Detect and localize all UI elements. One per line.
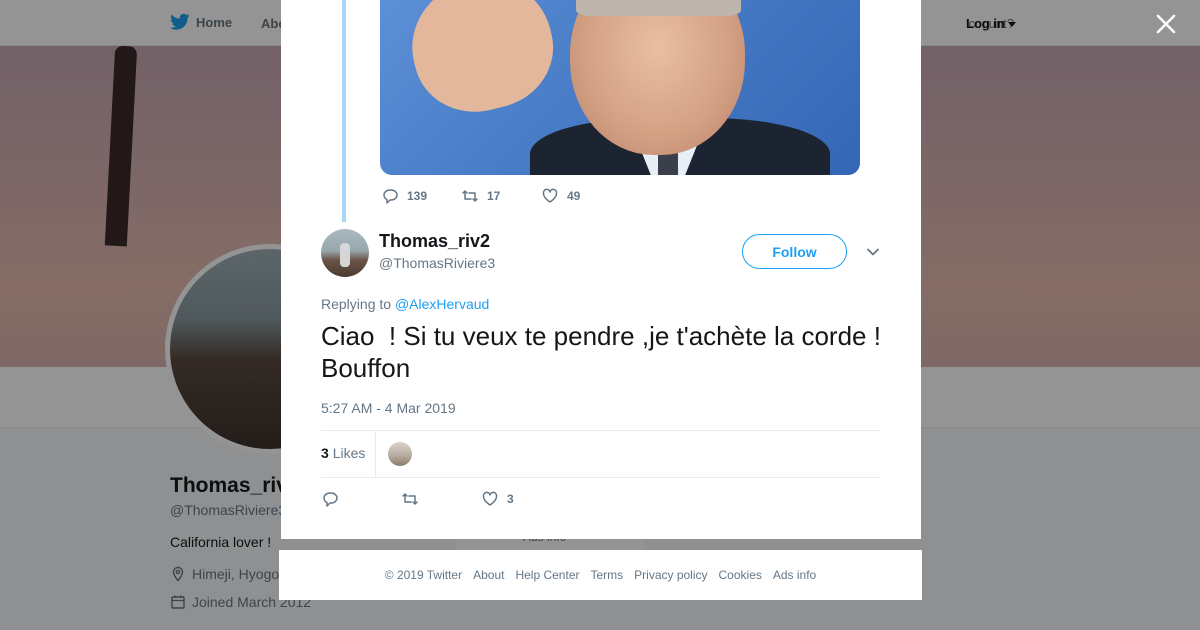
- likes-stat-count: 3: [321, 445, 329, 461]
- author-handle[interactable]: @ThomasRiviere3: [379, 255, 495, 271]
- like-action[interactable]: 3: [481, 490, 561, 508]
- retweet-icon: [402, 493, 418, 505]
- follow-button[interactable]: Follow: [742, 234, 847, 269]
- retweet-icon: [462, 190, 478, 202]
- tweet-media-image[interactable]: [380, 0, 860, 175]
- replying-to: Replying to @AlexHervaud: [321, 296, 489, 312]
- tweet-timestamp[interactable]: 5:27 AM - 4 Mar 2019: [321, 400, 456, 416]
- author-avatar[interactable]: [321, 229, 369, 277]
- retweet-action[interactable]: [401, 490, 481, 508]
- modal-footer: © 2019 Twitter About Help Center Terms P…: [279, 550, 922, 600]
- thread-connector-line: [342, 0, 346, 222]
- footer-help-link[interactable]: Help Center: [515, 568, 579, 582]
- tweet-modal: 139 17 49 Thomas_riv2 @ThomasRiviere3 Fo…: [281, 0, 921, 539]
- previous-tweet-actions: 139 17 49: [381, 187, 621, 205]
- replying-to-link[interactable]: @AlexHervaud: [395, 296, 489, 312]
- close-icon[interactable]: [1152, 10, 1180, 38]
- media-hand-shape: [398, 0, 566, 126]
- reply-action[interactable]: [321, 490, 401, 508]
- chevron-down-icon[interactable]: [865, 244, 881, 260]
- retweet-action[interactable]: 17: [461, 187, 541, 205]
- tweet-stats-row: 3 Likes: [321, 430, 881, 478]
- liker-avatar[interactable]: [388, 442, 412, 466]
- footer-ads-info-link[interactable]: Ads info: [773, 568, 816, 582]
- footer-cookies-link[interactable]: Cookies: [719, 568, 762, 582]
- reply-action[interactable]: 139: [381, 187, 461, 205]
- author-name[interactable]: Thomas_riv2: [379, 231, 490, 252]
- footer-about-link[interactable]: About: [473, 568, 504, 582]
- stats-divider: [375, 431, 376, 478]
- retweet-count: 17: [487, 189, 501, 203]
- footer-terms-link[interactable]: Terms: [590, 568, 623, 582]
- heart-icon: [482, 491, 498, 506]
- reply-icon: [383, 189, 398, 204]
- footer-copyright: © 2019 Twitter: [384, 568, 463, 582]
- like-count: 49: [567, 189, 581, 203]
- tweet-text: Ciao ! Si tu veux te pendre ,je t'achète…: [321, 321, 889, 383]
- reply-icon: [323, 492, 338, 507]
- media-hair-shape: [576, 0, 741, 16]
- likes-stat[interactable]: 3 Likes: [321, 445, 365, 461]
- tweet-actions: 3: [321, 490, 561, 508]
- like-count: 3: [507, 492, 514, 506]
- reply-count: 139: [407, 189, 428, 203]
- like-action[interactable]: 49: [541, 187, 621, 205]
- footer-privacy-link[interactable]: Privacy policy: [634, 568, 707, 582]
- likes-stat-label: Likes: [332, 445, 366, 461]
- avatar-figure-shape: [340, 243, 350, 267]
- heart-icon: [542, 188, 558, 203]
- replying-prefix: Replying to: [321, 296, 392, 312]
